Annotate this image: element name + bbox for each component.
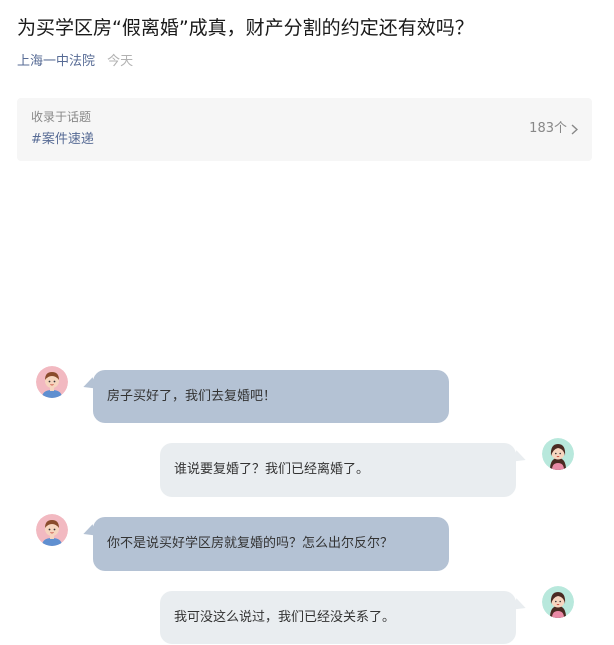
topic-label: 收录于话题 (31, 110, 92, 124)
chat-text-3: 你不是说买好学区房就复婚的吗？怎么出尔反尔？ (107, 536, 394, 551)
article-meta: 上海一中法院 今天 (17, 53, 133, 71)
boy-avatar-icon (36, 514, 68, 546)
publish-date: 今天 (107, 54, 134, 69)
author-link[interactable]: 上海一中法院 (17, 54, 95, 69)
boy-avatar-icon (36, 366, 68, 398)
chat-text-2: 谁说要复婚了？我们已经离婚了。 (174, 462, 370, 477)
article-title: 为买学区房“假离婚”成真，财产分割的约定还有效吗？ (17, 17, 474, 39)
chat-bubble-2: 谁说要复婚了？我们已经离婚了。 (160, 443, 516, 497)
girl-avatar-icon (542, 586, 574, 618)
chevron-right-icon (571, 123, 578, 135)
chat-bubble-3: 你不是说买好学区房就复婚的吗？怎么出尔反尔？ (93, 517, 449, 571)
chat-text-4: 我可没这么说过，我们已经没关系了。 (174, 609, 396, 625)
chat-bubble-4: 我可没这么说过，我们已经没关系了。 (160, 591, 516, 644)
chat-bubble-1: 房子买好了，我们去复婚吧！ (93, 370, 449, 423)
topic-count[interactable]: 183个 (529, 120, 578, 138)
topic-tag[interactable]: #案件速递 (31, 131, 94, 149)
topic-card[interactable]: 收录于话题 #案件速递 183个 (17, 98, 592, 161)
topic-count-text: 183个 (529, 121, 567, 136)
chat-text-1: 房子买好了，我们去复婚吧！ (107, 388, 277, 404)
girl-avatar-icon (542, 438, 574, 470)
